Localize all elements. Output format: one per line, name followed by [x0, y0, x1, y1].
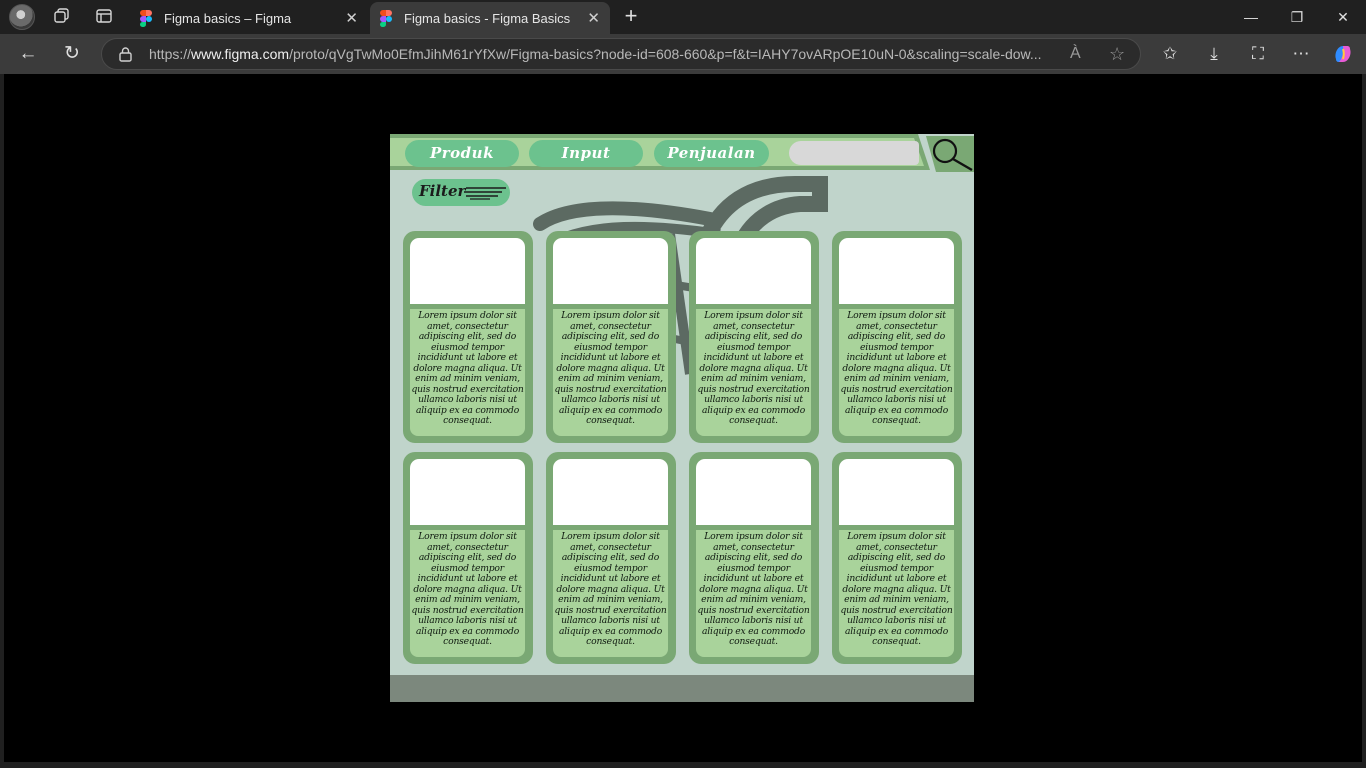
footer-band: [390, 675, 974, 702]
tab-close-icon[interactable]: ✕: [345, 9, 358, 27]
screenshot-icon[interactable]: ⛶: [1246, 43, 1270, 65]
product-card[interactable]: Lorem ipsum dolor sit amet, consectetur …: [546, 452, 676, 664]
product-card[interactable]: Lorem ipsum dolor sit amet, consectetur …: [403, 231, 533, 443]
profile-avatar[interactable]: [9, 4, 35, 30]
new-tab-button[interactable]: +: [620, 5, 642, 27]
read-aloud-icon[interactable]: À: [1070, 45, 1081, 63]
tab-title: Figma basics – Figma: [164, 10, 292, 26]
product-image-placeholder: [839, 238, 954, 304]
product-description: Lorem ipsum dolor sit amet, consectetur …: [839, 309, 954, 436]
tab-figma-basics-figma[interactable]: Figma basics – Figma ✕: [130, 2, 368, 34]
prototype-frame: Produk Input Penjualan Filter Lorem ipsu…: [390, 134, 974, 702]
copilot-icon[interactable]: [1331, 43, 1355, 65]
nav-penjualan-button[interactable]: Penjualan: [654, 140, 769, 167]
product-description: Lorem ipsum dolor sit amet, consectetur …: [553, 309, 668, 436]
filter-lines-icon: [464, 187, 506, 200]
browser-toolbar: ← ↻ https://www.figma.com/proto/qVgTwMo0…: [0, 34, 1366, 74]
product-description: Lorem ipsum dolor sit amet, consectetur …: [410, 309, 525, 436]
vertical-tabs-icon[interactable]: [93, 7, 115, 31]
filter-label: Filter: [419, 182, 466, 200]
product-image-placeholder: [410, 238, 525, 304]
lock-icon[interactable]: [119, 47, 132, 62]
product-description: Lorem ipsum dolor sit amet, consectetur …: [553, 530, 668, 657]
prototype-viewport: Produk Input Penjualan Filter Lorem ipsu…: [4, 74, 1362, 762]
product-card[interactable]: Lorem ipsum dolor sit amet, consectetur …: [689, 452, 819, 664]
favorites-icon[interactable]: ✩: [1158, 43, 1182, 65]
product-image-placeholder: [410, 459, 525, 525]
product-card[interactable]: Lorem ipsum dolor sit amet, consectetur …: [832, 452, 962, 664]
figma-favicon-icon: [380, 10, 392, 27]
back-button[interactable]: ←: [16, 42, 40, 66]
nav-produk-button[interactable]: Produk: [405, 140, 519, 167]
product-card[interactable]: Lorem ipsum dolor sit amet, consectetur …: [403, 452, 533, 664]
product-description: Lorem ipsum dolor sit amet, consectetur …: [410, 530, 525, 657]
product-description: Lorem ipsum dolor sit amet, consectetur …: [839, 530, 954, 657]
product-image-placeholder: [696, 459, 811, 525]
product-card[interactable]: Lorem ipsum dolor sit amet, consectetur …: [689, 231, 819, 443]
tab-close-icon[interactable]: ✕: [587, 9, 600, 27]
refresh-button[interactable]: ↻: [60, 42, 84, 66]
product-description: Lorem ipsum dolor sit amet, consectetur …: [696, 530, 811, 657]
filter-button[interactable]: Filter: [412, 179, 510, 206]
more-options-icon[interactable]: ⋯: [1289, 43, 1313, 65]
product-description: Lorem ipsum dolor sit amet, consectetur …: [696, 309, 811, 436]
url-text[interactable]: https://www.figma.com/proto/qVgTwMo0EfmJ…: [149, 46, 1059, 62]
browser-tab-bar: Figma basics – Figma ✕ Figma basics - Fi…: [0, 0, 1366, 34]
search-icon[interactable]: [926, 136, 974, 172]
favorite-star-icon[interactable]: ☆: [1109, 44, 1125, 65]
workspaces-icon[interactable]: [51, 7, 73, 31]
minimize-button[interactable]: —: [1236, 6, 1266, 28]
figma-favicon-icon: [140, 10, 152, 27]
search-input[interactable]: [789, 141, 919, 165]
product-image-placeholder: [696, 238, 811, 304]
nav-input-button[interactable]: Input: [529, 140, 643, 167]
close-window-button[interactable]: ✕: [1328, 6, 1358, 28]
product-image-placeholder: [553, 238, 668, 304]
tab-title: Figma basics - Figma Basics: [404, 10, 571, 26]
product-card[interactable]: Lorem ipsum dolor sit amet, consectetur …: [546, 231, 676, 443]
downloads-icon[interactable]: ⤓: [1202, 43, 1226, 65]
product-image-placeholder: [553, 459, 668, 525]
restore-button[interactable]: ❐: [1282, 6, 1312, 28]
address-bar[interactable]: https://www.figma.com/proto/qVgTwMo0EfmJ…: [101, 38, 1141, 70]
product-card[interactable]: Lorem ipsum dolor sit amet, consectetur …: [832, 231, 962, 443]
tab-figma-basics-figma-basics[interactable]: Figma basics - Figma Basics ✕: [370, 2, 610, 34]
product-image-placeholder: [839, 459, 954, 525]
